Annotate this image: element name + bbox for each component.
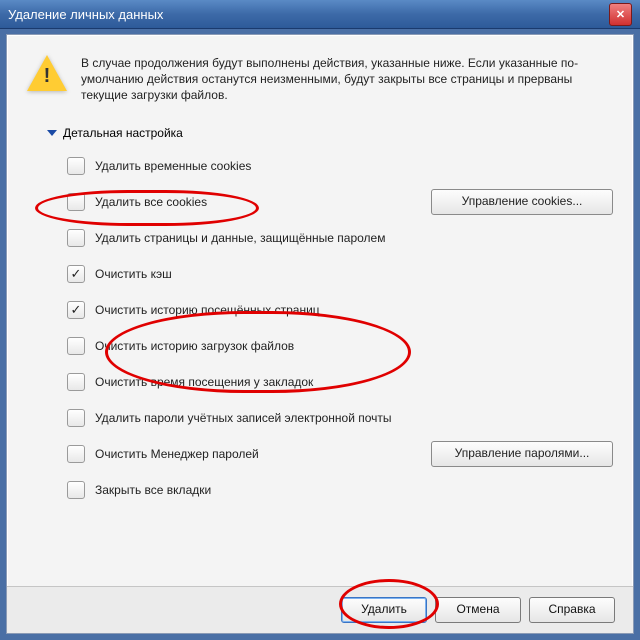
option-label: Очистить историю загрузок файлов <box>95 339 294 353</box>
option-label: Удалить страницы и данные, защищённые па… <box>95 231 385 245</box>
checkbox[interactable] <box>67 229 85 247</box>
chevron-down-icon <box>47 130 57 136</box>
option-label: Очистить время посещения у закладок <box>95 375 313 389</box>
detail-toggle[interactable]: Детальная настройка <box>47 126 613 140</box>
dialog-body: В случае продолжения будут выполнены дей… <box>6 34 634 634</box>
option-label: Очистить историю посещённых страниц <box>95 303 320 317</box>
checkbox[interactable] <box>67 445 85 463</box>
option-row: Удалить пароли учётных записей электронн… <box>67 400 613 436</box>
option-label: Удалить временные cookies <box>95 159 251 173</box>
checkbox[interactable]: ✓ <box>67 301 85 319</box>
option-row: Удалить страницы и данные, защищённые па… <box>67 220 613 256</box>
checkbox[interactable] <box>67 193 85 211</box>
option-label: Удалить все cookies <box>95 195 207 209</box>
option-row: Очистить историю загрузок файлов <box>67 328 613 364</box>
options-list: Удалить временные cookies Удалить все coo… <box>67 148 613 508</box>
cancel-button[interactable]: Отмена <box>435 597 521 623</box>
window-title: Удаление личных данных <box>8 7 163 22</box>
dialog-footer: Удалить Отмена Справка <box>7 586 633 633</box>
option-row: Удалить все cookies Управление cookies... <box>67 184 613 220</box>
option-row: Закрыть все вкладки <box>67 472 613 508</box>
detail-toggle-label: Детальная настройка <box>63 126 183 140</box>
close-icon: ✕ <box>616 8 625 21</box>
close-button[interactable]: ✕ <box>609 3 632 26</box>
warning-icon <box>27 55 67 95</box>
option-label: Очистить кэш <box>95 267 172 281</box>
checkbox[interactable] <box>67 409 85 427</box>
intro-text: В случае продолжения будут выполнены дей… <box>81 55 613 104</box>
option-label: Закрыть все вкладки <box>95 483 211 497</box>
checkbox[interactable]: ✓ <box>67 265 85 283</box>
checkbox[interactable] <box>67 157 85 175</box>
manage-button[interactable]: Управление паролями... <box>431 441 613 467</box>
checkbox[interactable] <box>67 373 85 391</box>
option-row: Очистить Менеджер паролей Управление паро… <box>67 436 613 472</box>
option-label: Очистить Менеджер паролей <box>95 447 259 461</box>
dialog-window: Удаление личных данных ✕ В случае продол… <box>0 0 640 640</box>
option-row: Очистить время посещения у закладок <box>67 364 613 400</box>
option-label: Удалить пароли учётных записей электронн… <box>95 411 392 425</box>
option-row: ✓ Очистить кэш <box>67 256 613 292</box>
checkbox[interactable] <box>67 481 85 499</box>
help-button[interactable]: Справка <box>529 597 615 623</box>
manage-button[interactable]: Управление cookies... <box>431 189 613 215</box>
delete-button[interactable]: Удалить <box>341 597 427 623</box>
titlebar: Удаление личных данных ✕ <box>0 0 640 29</box>
option-row: ✓ Очистить историю посещённых страниц <box>67 292 613 328</box>
option-row: Удалить временные cookies <box>67 148 613 184</box>
checkbox[interactable] <box>67 337 85 355</box>
